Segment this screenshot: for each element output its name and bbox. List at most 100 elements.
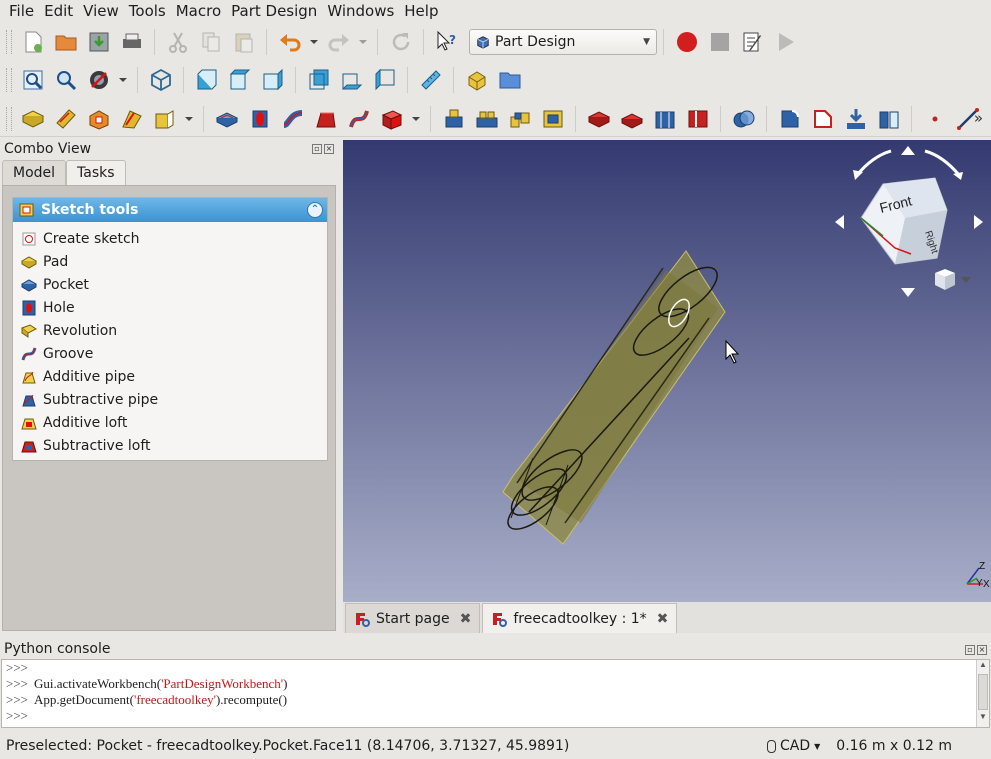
float-icon[interactable]: ▫: [965, 645, 975, 655]
float-icon[interactable]: ▫: [312, 144, 322, 154]
fit-selection-button[interactable]: [49, 64, 82, 96]
3d-view[interactable]: Front Right Z Y X: [343, 140, 991, 602]
refresh-button[interactable]: [384, 26, 417, 58]
menu-view[interactable]: View: [78, 0, 124, 22]
create-sketch-button[interactable]: [49, 103, 82, 135]
revolution-button[interactable]: [243, 103, 276, 135]
menu-file[interactable]: File: [4, 0, 39, 22]
macro-stop-button[interactable]: [703, 26, 736, 58]
tab-start-page[interactable]: Start page ✖: [345, 603, 481, 633]
sub-shape-binder-button[interactable]: [470, 103, 503, 135]
map-sketch-button[interactable]: [115, 103, 148, 135]
toolbar-grip[interactable]: [6, 68, 12, 92]
close-icon[interactable]: ✖: [460, 611, 472, 627]
console-scrollbar[interactable]: ▲ ▼: [976, 660, 989, 727]
print-button[interactable]: [115, 26, 148, 58]
console-input-line[interactable]: >>>: [2, 708, 989, 724]
clone-button[interactable]: [503, 103, 536, 135]
create-group-button[interactable]: [493, 64, 526, 96]
navigation-cube[interactable]: Front Right: [835, 146, 983, 297]
redo-dropdown[interactable]: [355, 26, 371, 58]
undo-dropdown[interactable]: [306, 26, 322, 58]
chamfer-button[interactable]: [806, 103, 839, 135]
pad-button[interactable]: [210, 103, 243, 135]
nav-down-arrow-icon[interactable]: [901, 288, 915, 297]
whats-this-button[interactable]: ?: [430, 26, 463, 58]
undo-button[interactable]: [273, 26, 306, 58]
close-icon[interactable]: ×: [977, 645, 987, 655]
scroll-up-icon[interactable]: ▲: [977, 660, 989, 672]
menu-tools[interactable]: Tools: [124, 0, 171, 22]
task-create-sketch[interactable]: Create sketch: [13, 227, 327, 250]
menu-windows[interactable]: Windows: [322, 0, 399, 22]
additive-primitive-dropdown[interactable]: [408, 103, 424, 135]
rotate-left-arrow-icon[interactable]: [855, 149, 892, 176]
toolbar-overflow-icon[interactable]: »: [974, 109, 983, 127]
task-hole[interactable]: Hole: [13, 296, 327, 319]
scroll-thumb[interactable]: [978, 674, 988, 710]
validate-sketch-button[interactable]: [82, 103, 115, 135]
view-rear-button[interactable]: [302, 64, 335, 96]
close-icon[interactable]: ×: [324, 144, 334, 154]
task-subtractive-pipe[interactable]: Subtractive pipe: [13, 388, 327, 411]
macro-edit-button[interactable]: [736, 26, 769, 58]
task-revolution[interactable]: Revolution: [13, 319, 327, 342]
additive-primitive-button[interactable]: [375, 103, 408, 135]
draw-style-button[interactable]: [82, 64, 115, 96]
tab-model[interactable]: Model: [2, 160, 67, 185]
additive-pipe-button[interactable]: [276, 103, 309, 135]
macro-record-button[interactable]: [670, 26, 703, 58]
toolbar-grip[interactable]: [6, 106, 12, 131]
navigation-style-selector[interactable]: CAD ▼: [766, 738, 820, 754]
new-document-button[interactable]: [16, 26, 49, 58]
collapse-icon[interactable]: ⌃: [307, 202, 323, 218]
measure-distance-button[interactable]: [414, 64, 447, 96]
menu-help[interactable]: Help: [399, 0, 443, 22]
sub-object-shape-binder-button[interactable]: [536, 103, 569, 135]
scroll-down-icon[interactable]: ▼: [977, 712, 989, 724]
nav-up-arrow-icon[interactable]: [901, 146, 915, 155]
pocket-button[interactable]: [582, 103, 615, 135]
macro-run-button[interactable]: [769, 26, 802, 58]
tab-freecadtoolkey[interactable]: freecadtoolkey : 1* ✖: [482, 603, 678, 633]
rotate-right-arrow-icon[interactable]: [924, 149, 961, 176]
3d-scene[interactable]: Front Right Z Y X: [343, 140, 991, 602]
fillet-button[interactable]: [773, 103, 806, 135]
task-pad[interactable]: Pad: [13, 250, 327, 273]
toolbar-grip[interactable]: [6, 30, 12, 54]
nav-right-arrow-icon[interactable]: [974, 215, 983, 229]
view-isometric-button[interactable]: [144, 64, 177, 96]
mirrored-button[interactable]: [872, 103, 905, 135]
create-body-button[interactable]: [16, 103, 49, 135]
menu-part-design[interactable]: Part Design: [226, 0, 322, 22]
save-button[interactable]: [82, 26, 115, 58]
nav-left-arrow-icon[interactable]: [835, 215, 844, 229]
view-bottom-button[interactable]: [335, 64, 368, 96]
datum-dropdown[interactable]: [181, 103, 197, 135]
copy-button[interactable]: [194, 26, 227, 58]
task-groove[interactable]: Groove: [13, 342, 327, 365]
tab-tasks[interactable]: Tasks: [66, 160, 126, 186]
menu-edit[interactable]: Edit: [39, 0, 78, 22]
view-menu-cube-icon[interactable]: [935, 269, 971, 290]
export-button[interactable]: [839, 103, 872, 135]
draw-style-dropdown[interactable]: [115, 64, 131, 96]
cut-button[interactable]: [161, 26, 194, 58]
open-button[interactable]: [49, 26, 82, 58]
hole-button[interactable]: [615, 103, 648, 135]
task-additive-pipe[interactable]: Additive pipe: [13, 365, 327, 388]
additive-loft-button[interactable]: [309, 103, 342, 135]
workbench-selector[interactable]: Part Design ▼: [469, 29, 657, 55]
create-datum-button[interactable]: [148, 103, 181, 135]
view-front-button[interactable]: [190, 64, 223, 96]
create-point-button[interactable]: [918, 103, 951, 135]
shape-binder-button[interactable]: [437, 103, 470, 135]
panel-header[interactable]: Sketch tools ⌃: [13, 198, 327, 222]
create-part-button[interactable]: [460, 64, 493, 96]
task-additive-loft[interactable]: Additive loft: [13, 411, 327, 434]
task-subtractive-loft[interactable]: Subtractive loft: [13, 434, 327, 457]
boolean-button[interactable]: [727, 103, 760, 135]
additive-helix-button[interactable]: [342, 103, 375, 135]
close-icon[interactable]: ✖: [657, 611, 669, 627]
task-pocket[interactable]: Pocket: [13, 273, 327, 296]
